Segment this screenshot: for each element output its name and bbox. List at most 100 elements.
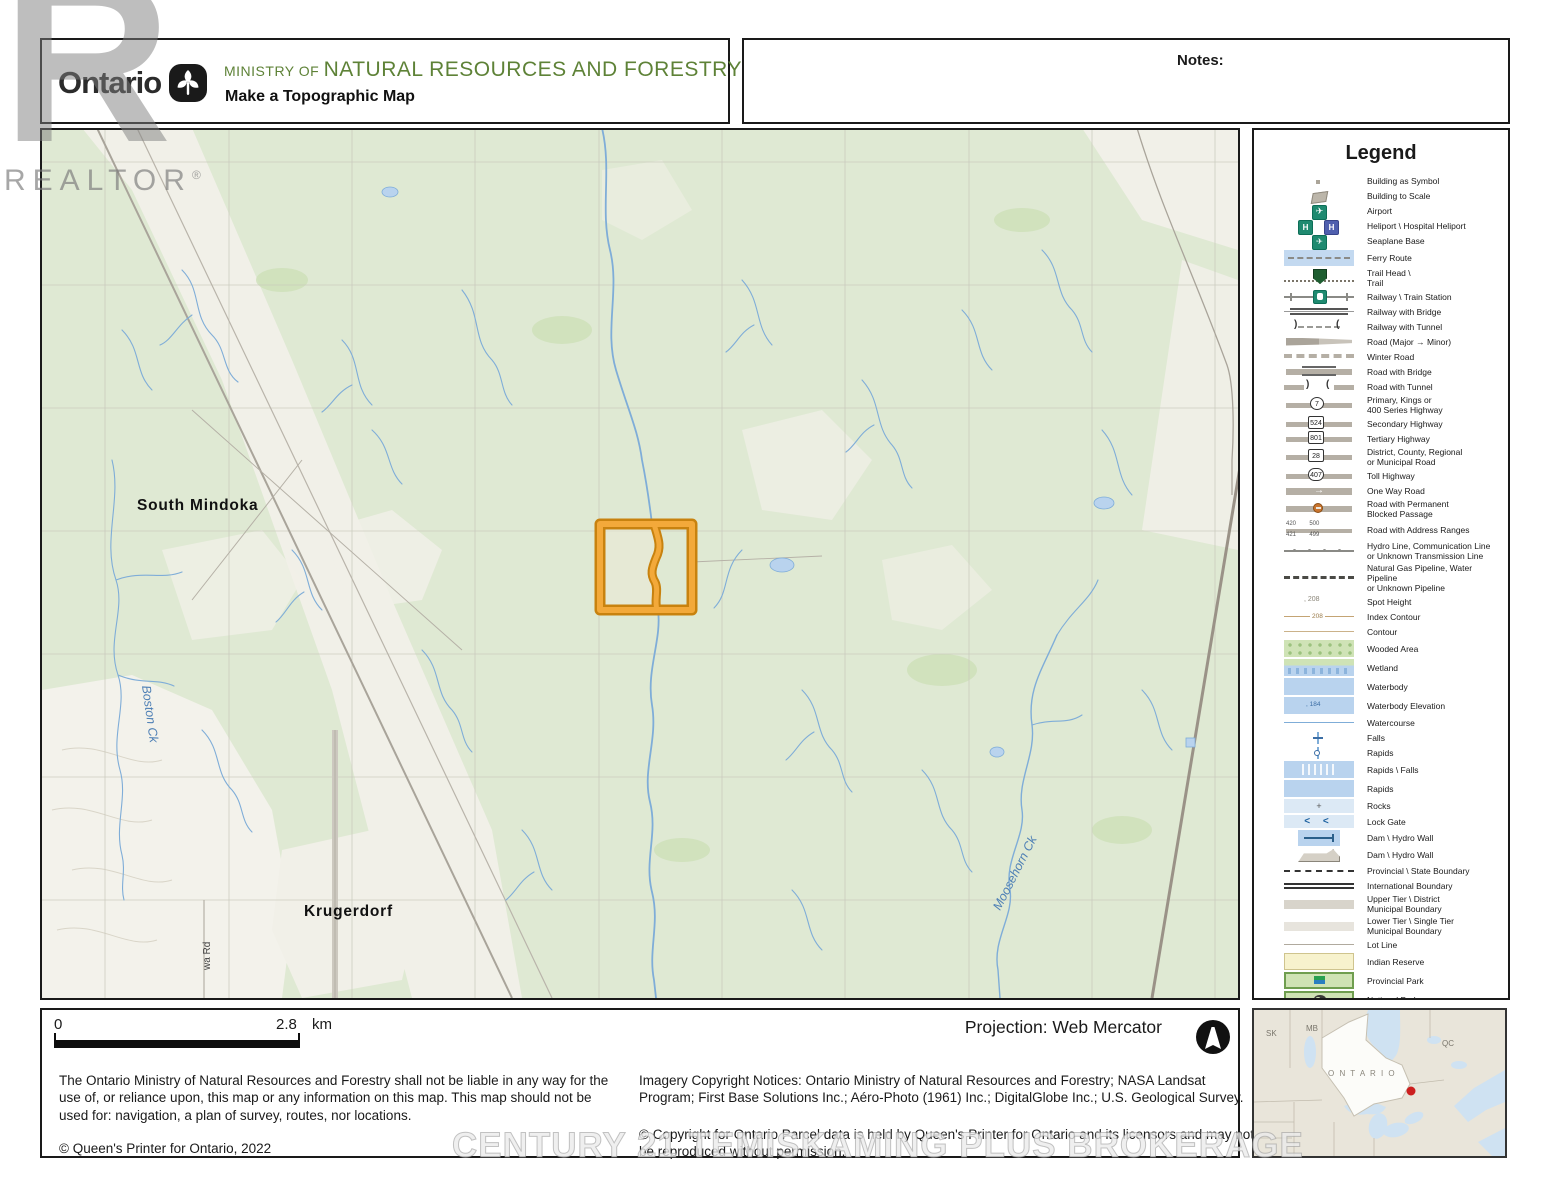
- primary-highway-icon: 7: [1284, 399, 1354, 411]
- upper-tier-boundary-icon: [1284, 898, 1354, 910]
- legend-item-label: Road with Permanent Blocked Passage: [1367, 499, 1449, 519]
- national-park-icon: [1284, 991, 1354, 1000]
- legend-item-label: International Boundary: [1367, 881, 1453, 891]
- label-krugerdorf: Krugerdorf: [304, 903, 393, 920]
- trillium-icon: [169, 64, 207, 102]
- legend-item: Upper Tier \ District Municipal Boundary: [1284, 894, 1504, 914]
- legend-item-label: Road with Tunnel: [1367, 382, 1433, 392]
- legend-item: , 184Waterbody Elevation: [1284, 697, 1504, 714]
- legend-item-label: Spot Height: [1367, 597, 1411, 607]
- map-viewport[interactable]: South Mindoka Krugerdorf Boston Ck Moose…: [40, 128, 1240, 1000]
- legend-item-label: Airport: [1367, 206, 1392, 216]
- winter-road-icon: [1284, 351, 1354, 363]
- building-scale-icon: [1284, 191, 1354, 203]
- inset-label-ontario: O N T A R I O: [1328, 1069, 1396, 1078]
- ministry-title: MINISTRY OF NATURAL RESOURCES AND FOREST…: [224, 58, 742, 82]
- dam-hydro-wall2-icon: [1284, 848, 1354, 862]
- notes-box: Notes:: [742, 38, 1510, 124]
- legend-item-label: Provincial Park: [1367, 976, 1424, 986]
- pipeline-icon: [1284, 572, 1354, 584]
- inset-location-marker: [1407, 1087, 1416, 1096]
- legend-item-label: Indian Reserve: [1367, 957, 1424, 967]
- legend-item: International Boundary: [1284, 879, 1504, 892]
- legend-item: Lock Gate: [1284, 815, 1504, 828]
- legend-item-label: Winter Road: [1367, 352, 1414, 362]
- ministry-prefix: MINISTRY OF: [224, 63, 324, 79]
- legend-item-label: Road with Address Ranges: [1367, 525, 1470, 535]
- building-symbol-icon: [1284, 176, 1354, 188]
- watercourse-icon: [1284, 717, 1354, 729]
- dam-hydro-wall-icon: [1284, 830, 1354, 846]
- rocks-icon: [1284, 799, 1354, 813]
- legend-item-label: Building to Scale: [1367, 191, 1430, 201]
- parcel-copyright: © Copyright for Ontario Parcel data is h…: [639, 1126, 1259, 1161]
- railway-tunnel-icon: [1284, 321, 1354, 333]
- legend-item-label: Road (Major → Minor): [1367, 337, 1451, 347]
- legend-item: Rapids: [1284, 780, 1504, 797]
- legend-item: 208Index Contour: [1284, 610, 1504, 623]
- lower-tier-boundary-icon: [1284, 920, 1354, 932]
- ministry-name: NATURAL RESOURCES AND FORESTRY: [324, 58, 742, 81]
- railway-bridge-icon: [1284, 306, 1354, 318]
- legend-item-label: Rocks: [1367, 801, 1391, 811]
- heliport-icon: [1284, 221, 1354, 233]
- topographic-map[interactable]: South Mindoka Krugerdorf Boston Ck Moose…: [42, 130, 1238, 998]
- wooded-area-icon: [1284, 640, 1354, 657]
- legend-item: 7 Primary, Kings or 400 Series Highway: [1284, 395, 1504, 415]
- topographic-map-page: { "header": { "brand": "Ontario", "minis…: [0, 0, 1553, 1200]
- one-way-road-icon: [1284, 485, 1354, 497]
- legend-item-label: Dam \ Hydro Wall: [1367, 833, 1433, 843]
- legend-item: Road (Major → Minor): [1284, 335, 1504, 348]
- seaplane-base-icon: [1284, 236, 1354, 248]
- legend-item-label: Trail Head \ Trail: [1367, 268, 1411, 288]
- inset-locator-map: SK MB O N T A R I O QC: [1252, 1008, 1507, 1158]
- inset-map: SK MB O N T A R I O QC: [1254, 1010, 1505, 1156]
- legend-item: Waterbody: [1284, 678, 1504, 695]
- legend-item: 420 500 421 499Road with Address Ranges: [1284, 521, 1504, 539]
- index-contour-icon: 208: [1284, 611, 1354, 623]
- legend-item-label: Primary, Kings or 400 Series Highway: [1367, 395, 1443, 415]
- ferry-route-icon: [1284, 250, 1354, 266]
- legend-item-label: Watercourse: [1367, 718, 1415, 728]
- legend-item-label: Heliport \ Hospital Heliport: [1367, 221, 1466, 231]
- inset-label-qc: QC: [1442, 1039, 1454, 1048]
- indian-reserve-icon: [1284, 953, 1354, 970]
- legend-item: Dam \ Hydro Wall: [1284, 830, 1504, 846]
- legend-item: Rapids \ Falls: [1284, 761, 1504, 778]
- legend-item: Heliport \ Hospital Heliport: [1284, 220, 1504, 233]
- queens-printer-copyright: © Queen's Printer for Ontario, 2022: [59, 1141, 271, 1156]
- legend-item-label: Natural Gas Pipeline, Water Pipeline or …: [1367, 563, 1504, 593]
- legend-item-label: Road with Bridge: [1367, 367, 1432, 377]
- legend-item-label: National Park: [1367, 995, 1418, 1000]
- legend-item-label: Rapids: [1367, 748, 1393, 758]
- legend-item-label: Railway with Bridge: [1367, 307, 1441, 317]
- rapids-point-icon: [1284, 747, 1354, 759]
- legend-item-label: Waterbody Elevation: [1367, 701, 1445, 711]
- legend-item: Road with Tunnel: [1284, 380, 1504, 393]
- legend-item: Indian Reserve: [1284, 953, 1504, 970]
- notes-label: Notes:: [1177, 52, 1224, 69]
- legend-item-label: Rapids \ Falls: [1367, 765, 1419, 775]
- legend-item-label: Building as Symbol: [1367, 176, 1439, 186]
- legend-item: Building as Symbol: [1284, 175, 1504, 188]
- page-title: Make a Topographic Map: [225, 88, 415, 106]
- blocked-passage-icon: [1284, 503, 1354, 515]
- legend-item-label: Seaplane Base: [1367, 236, 1425, 246]
- legend-item-label: Tertiary Highway: [1367, 434, 1430, 444]
- legend-item: Natural Gas Pipeline, Water Pipeline or …: [1284, 563, 1504, 593]
- provincial-boundary-icon: [1284, 865, 1354, 877]
- legend-item-label: Dam \ Hydro Wall: [1367, 850, 1433, 860]
- legend-item: Hydro Line, Communication Line or Unknow…: [1284, 541, 1504, 561]
- tertiary-highway-icon: 801: [1284, 433, 1354, 445]
- rapids-area-icon: [1284, 780, 1354, 797]
- legend-item-label: Rapids: [1367, 784, 1393, 794]
- hydro-line-icon: [1284, 545, 1354, 557]
- legend-item-label: Lock Gate: [1367, 817, 1406, 827]
- legend-item: Wetland: [1284, 659, 1504, 676]
- lock-gate-icon: [1284, 815, 1354, 828]
- legend-panel: Legend Building as SymbolBuilding to Sca…: [1252, 128, 1510, 1000]
- legend-item: Seaplane Base: [1284, 235, 1504, 248]
- footer-panel: 0 2.8 km The Ontario Ministry of Natural…: [40, 1008, 1240, 1158]
- legend-item-label: District, County, Regional or Municipal …: [1367, 447, 1462, 467]
- ontario-logo: Ontario: [58, 64, 207, 102]
